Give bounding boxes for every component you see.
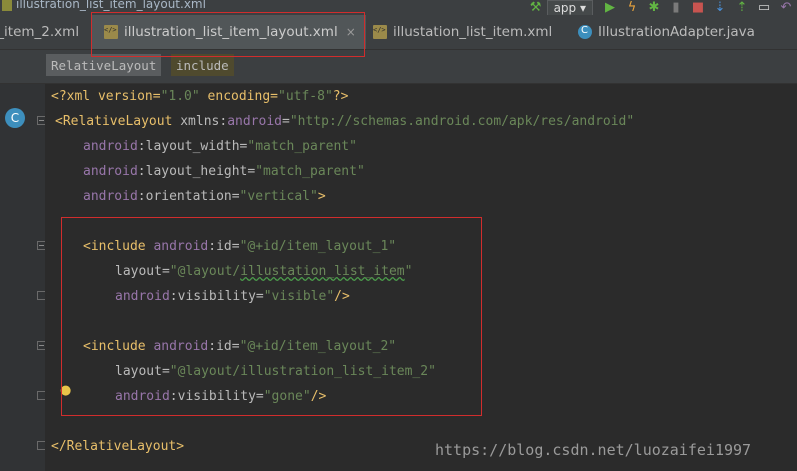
debug-icon[interactable]: ✱ [643,0,665,15]
attr-value: "utf-8" [278,89,333,104]
hammer-icon[interactable]: ⚒ [525,0,547,15]
vcs-update-icon[interactable]: ⇣ [709,0,731,15]
attr-name: = [282,114,290,129]
attr-name: :layout_height= [137,164,256,179]
nav-breadcrumb-file: illustration_list_item_layout.xml [16,0,206,11]
xml-declaration: ?> [332,89,349,104]
attr-namespace: android [83,189,138,204]
attr-name: layout= [115,264,170,279]
code-line-3: android:layout_width="match_parent" [83,134,357,159]
attr-value: "gone" [263,389,311,404]
attach-debugger-icon[interactable]: ▮ [665,0,687,15]
stop-icon[interactable]: ■ [687,0,709,15]
run-config-label: app [553,0,577,15]
xml-file-icon [104,25,118,39]
attr-value: "@layout/ [169,264,241,279]
xml-file-icon [2,0,12,11]
code-line-12: layout="@layout/illustration_list_item_2… [115,359,436,384]
attr-namespace: android [83,164,138,179]
code-line-1: <?xml version="1.0" encoding="utf-8"?> [51,84,348,109]
crumb-relativelayout[interactable]: RelativeLayout [46,54,162,76]
lightbulb-icon[interactable]: ● [60,383,71,398]
code-line-5: android:orientation="vertical"> [83,184,326,209]
attr-value: "match_parent" [255,164,365,179]
code-line-9: android:visibility="visible"/> [115,284,350,309]
tab-label: illustration_list_item_layout.xml [124,24,338,40]
code-line-11: <include android:id="@+id/item_layout_2" [83,334,396,359]
code-line-4: android:layout_height="match_parent" [83,159,365,184]
editor-tabs: t_item_2.xml illustration_list_item_layo… [0,15,797,50]
apply-changes-icon[interactable]: ϟ [621,0,643,15]
java-class-icon [578,25,592,39]
code-line-15: </RelativeLayout> [51,434,184,459]
attr-value: " [404,264,413,279]
tag-close: /> [334,289,350,304]
attr-name: :id= [208,239,240,254]
xml-declaration: <?xml version= [51,89,161,104]
attr-namespace: android [145,239,209,254]
run-icon[interactable]: ▶ [599,0,621,15]
tab-illustration-adapter[interactable]: IllustrationAdapter.java [578,15,755,49]
attr-name: :visibility= [169,389,264,404]
attr-namespace: android [227,114,282,129]
tab-label: IllustrationAdapter.java [598,24,755,40]
code-line-2: <RelativeLayout xmlns:android="http://sc… [55,109,634,134]
watermark: https://blog.csdn.net/luozaifei1997 [435,441,752,459]
xml-file-icon [373,25,387,39]
tag-name: <include [83,239,146,254]
vcs-commit-icon[interactable]: ⇡ [731,0,753,15]
nav-breadcrumb[interactable]: illustration_list_item_layout.xml [2,0,206,11]
attr-value: "visible" [263,289,335,304]
tag-close: /> [310,389,327,404]
class-badge-icon[interactable]: C [5,108,25,128]
attr-name: :layout_width= [137,139,248,154]
attr-namespace: android [115,289,170,304]
tag-name: </RelativeLayout> [51,439,185,454]
attr-namespace: android [145,339,209,354]
attr-value: "@+id/item_layout_2" [239,339,397,354]
close-icon[interactable]: × [346,25,356,39]
attr-value: "http://schemas.android.com/apk/res/andr… [289,114,635,129]
tag-name: <RelativeLayout [55,114,173,129]
attr-value: "1.0" [160,89,200,104]
code-line-13: android:visibility="gone"/> [115,384,326,409]
attr-value: "match_parent" [247,139,357,154]
attr-value: "@+id/item_layout_1" [239,239,397,254]
tag-close: > [317,189,326,204]
attr-value: "vertical" [239,189,318,204]
code-line-7: <include android:id="@+id/item_layout_1" [83,234,396,259]
tab-item-2-xml[interactable]: t_item_2.xml [0,15,79,49]
toolbar: illustration_list_item_layout.xml ⚒ app … [0,0,797,15]
attr-name: layout= [115,364,170,379]
attr-value: "@layout/illustration_list_item_2" [169,364,436,379]
xml-declaration: encoding= [199,89,278,104]
attr-namespace: android [115,389,170,404]
crumb-include[interactable]: include [171,54,234,76]
code-editor[interactable]: <?xml version="1.0" encoding="utf-8"?> <… [45,84,797,471]
attr-name: :orientation= [137,189,240,204]
attr-value-typo: illustation_list_item [240,264,405,279]
tab-illustration-list-item-layout[interactable]: illustration_list_item_layout.xml × [92,15,366,49]
attr-name: :id= [208,339,240,354]
attr-name: xmlns: [172,114,228,129]
vcs-history-icon[interactable]: ▭ [753,0,775,15]
tab-label: illustation_list_item.xml [393,24,553,40]
attr-name: :visibility= [169,289,264,304]
code-line-8: layout="@layout/illustation_list_item" [115,259,412,284]
run-config-select[interactable]: app ▾ [546,0,593,15]
attr-namespace: android [83,139,138,154]
editor-gutter [0,84,45,471]
tab-illustation-list-item[interactable]: illustation_list_item.xml [373,15,552,49]
structure-breadcrumb: RelativeLayout include [0,50,797,84]
tag-name: <include [83,339,146,354]
tab-label: t_item_2.xml [0,24,80,40]
revert-icon[interactable]: ↶ [775,0,797,15]
